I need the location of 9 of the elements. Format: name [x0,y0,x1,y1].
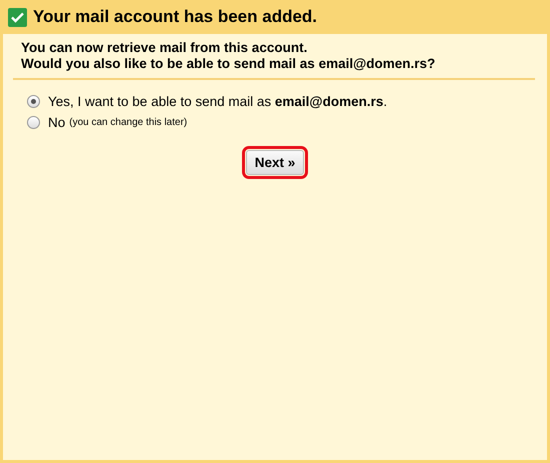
message-text: Would you also like to be able to send mail as email@domen.rs? [21,56,436,72]
checkmark-icon [8,8,27,26]
dialog-title: Your mail account has been added. [33,7,318,27]
radio-button[interactable] [27,116,40,129]
option-label[interactable]: No [48,115,66,130]
hint-text: (you can change this later) [69,117,188,128]
message-text: You can now retrieve mail from this account. [21,40,308,56]
radio-button[interactable] [27,95,40,108]
option-label[interactable]: Yes, I want to be able to send mail as email@domen.rs. [48,94,388,109]
